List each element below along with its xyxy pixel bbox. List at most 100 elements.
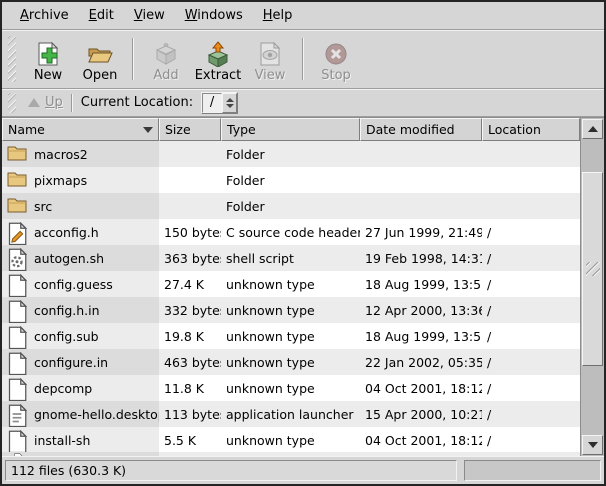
file-name: src [34,199,52,214]
scrollbar-grip-icon [586,262,600,276]
table-row[interactable]: src Folder [2,193,580,219]
scroll-down-button[interactable] [582,435,603,455]
file-date-modified: 04 Oct 2001, 18:12 [360,375,482,401]
file-location [482,167,580,193]
file-size: 5.5 K [159,427,221,452]
location-combo-value[interactable]: / [202,93,222,113]
column-header-size[interactable]: Size [159,118,221,141]
launcher-icon [7,404,27,427]
table-row[interactable]: configure.in 463 bytes unknown type 22 J… [2,349,580,375]
document-icon [7,430,27,452]
table-row[interactable]: config.sub 19.8 K unknown type 18 Aug 19… [2,323,580,349]
file-type: Folder [221,167,360,193]
file-date-modified: 04 Oct 2001, 18:12 [360,427,482,452]
toolbar-separator [132,38,134,80]
table-row[interactable]: config.h.in 332 bytes unknown type 12 Ap… [2,297,580,323]
file-count-status: 112 files (630.3 K) [5,460,457,481]
file-type: unknown type [221,349,360,375]
column-header-date-modified[interactable]: Date modified [360,118,482,141]
scrollbar-thumb[interactable] [582,172,603,366]
file-date-modified [360,167,482,193]
add-button-label: Add [153,69,178,82]
table-row[interactable]: macros2 Folder [2,141,580,167]
file-date-modified [360,193,482,219]
scroll-down-arrow-icon [588,442,598,448]
archive-manager-window: Archive Edit View Windows Help New Open [0,0,606,486]
column-header-location[interactable]: Location [482,118,580,141]
file-location: / [482,297,580,323]
file-type: unknown type [221,323,360,349]
column-header-type[interactable]: Type [221,118,360,141]
open-button-label: Open [83,69,118,82]
file-name: config.sub [34,329,99,344]
file-size [159,141,221,167]
toolbar-drag-handle[interactable] [8,36,16,82]
menu-edit[interactable]: Edit [79,4,124,27]
folder-icon [7,144,27,161]
file-size: 113 bytes [159,401,221,427]
file-date-modified [360,141,482,167]
file-type: Folder [221,141,360,167]
table-row[interactable]: install-sh 5.5 K unknown type 04 Oct 200… [2,427,580,452]
file-location: / [482,427,580,452]
file-size [159,193,221,219]
up-button-label: Up [45,95,63,110]
file-type: unknown type [221,271,360,297]
status-bar: 112 files (630.3 K) [2,456,604,484]
stop-button: Stop [310,33,362,85]
table-row[interactable]: autogen.sh 363 bytes shell script 19 Feb… [2,245,580,271]
view-button-label: View [255,69,286,82]
document-edit-icon [7,222,27,245]
combo-down-arrow-icon [226,104,234,108]
file-name: config.guess [34,277,113,292]
location-bar-drag-handle[interactable] [8,93,16,113]
menu-help[interactable]: Help [253,4,303,27]
new-archive-icon [35,41,61,67]
file-name: autogen.sh [34,251,104,266]
file-location: / [482,323,580,349]
file-date-modified: 15 Apr 2000, 10:21 [360,401,482,427]
add-button: Add [140,33,192,85]
table-row[interactable]: acconfig.h 150 bytes C source code heade… [2,219,580,245]
file-date-modified: 12 Apr 2000, 13:36 [360,297,482,323]
location-combo-dropdown[interactable] [222,93,237,113]
folder-icon [7,170,27,187]
file-size: 19.8 K [159,323,221,349]
open-button[interactable]: Open [74,33,126,85]
file-date-modified: 27 Jun 1999, 21:49 [360,219,482,245]
menu-view[interactable]: View [124,4,175,27]
view-button: View [244,33,296,85]
menu-archive[interactable]: Archive [10,4,79,27]
extract-button[interactable]: Extract [192,33,244,85]
location-combo[interactable]: / [201,92,238,114]
scroll-up-arrow-icon [588,126,598,132]
menu-bar: Archive Edit View Windows Help [2,2,604,30]
scroll-up-button[interactable] [582,119,603,139]
table-row[interactable]: gnome-hello.desktop 113 bytes applicatio… [2,401,580,427]
menu-windows[interactable]: Windows [175,4,253,27]
file-type: shell script [221,245,360,271]
vertical-scrollbar[interactable] [580,118,604,456]
document-icon [7,352,27,375]
file-type: C source code header [221,219,360,245]
table-row[interactable]: config.guess 27.4 K unknown type 18 Aug … [2,271,580,297]
file-type: Folder [221,193,360,219]
file-name: config.h.in [34,303,100,318]
new-button[interactable]: New [22,33,74,85]
file-size: 11.8 K [159,375,221,401]
up-button: Up [22,93,69,112]
table-row[interactable]: pixmaps Folder [2,167,580,193]
column-header-name[interactable]: Name [2,118,159,141]
file-size: 27.4 K [159,271,221,297]
file-date-modified: 19 Feb 1998, 14:31 [360,245,482,271]
toolbar: New Open Add [2,30,604,89]
file-type: unknown type [221,427,360,452]
file-size: 363 bytes [159,245,221,271]
current-location-label: Current Location: [81,95,193,110]
table-row[interactable]: depcomp 11.8 K unknown type 04 Oct 2001,… [2,375,580,401]
file-location [482,193,580,219]
file-name: pixmaps [34,173,87,188]
file-list: Name Size Type Date modified Location [2,118,580,456]
file-name: macros2 [34,147,88,162]
file-list-area: Name Size Type Date modified Location [2,117,604,456]
